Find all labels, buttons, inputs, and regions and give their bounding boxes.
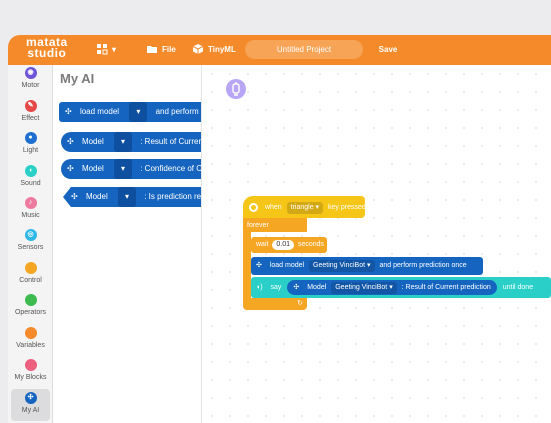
- lightbulb-icon: ●: [24, 132, 37, 144]
- ai-network-icon: ✣: [24, 392, 37, 404]
- category-light[interactable]: ● Light: [8, 132, 53, 162]
- category-sound[interactable]: ◖ Sound: [8, 165, 53, 195]
- ai-network-icon: ✣: [71, 192, 78, 201]
- project-name-field[interactable]: Untitled Project: [245, 40, 363, 59]
- model-name-dropdown[interactable]: Geeting VinciBot ▾: [331, 282, 397, 294]
- cube-icon: [192, 44, 204, 54]
- operators-dot-icon: [24, 294, 37, 306]
- load-model-block[interactable]: ✣ load model ▾ and perform p: [59, 102, 201, 122]
- block-palette: My AI ✣ load model ▾ and perform p ✣ Mod…: [53, 65, 202, 423]
- ai-network-icon: ✣: [256, 262, 262, 269]
- category-my-blocks[interactable]: My Blocks: [8, 359, 53, 389]
- speaker-icon: ◖): [256, 284, 263, 291]
- category-sensors[interactable]: ◎ Sensors: [8, 229, 53, 259]
- model-name-dropdown[interactable]: Geeting VinciBot ▾: [309, 260, 375, 272]
- category-music[interactable]: ♪ Music: [8, 197, 53, 227]
- loop-arrow-icon: ↻: [297, 300, 303, 307]
- logo: matata studio: [26, 35, 68, 60]
- when-key-pressed-block[interactable]: when triangle ▾ key pressed: [243, 196, 366, 218]
- folder-icon: [147, 46, 157, 53]
- forever-block[interactable]: forever: [243, 218, 307, 232]
- my-blocks-dot-icon: [24, 359, 37, 371]
- model-dropdown[interactable]: ▾: [117, 187, 136, 207]
- category-motor[interactable]: ◉ Motor: [8, 67, 53, 97]
- variables-dot-icon: [24, 327, 37, 339]
- sensor-icon: ◎: [24, 229, 37, 241]
- effect-icon: ✎: [24, 100, 37, 112]
- key-dropdown[interactable]: triangle ▾: [286, 202, 324, 214]
- chevron-down-icon: ▾: [112, 44, 117, 54]
- control-dot-icon: [24, 262, 37, 274]
- model-confidence-block[interactable]: ✣ Model ▾ : Confidence of C: [61, 159, 201, 179]
- ai-network-icon: ✣: [65, 107, 72, 116]
- category-variables[interactable]: Variables: [8, 327, 53, 357]
- say-until-done-block[interactable]: ◖) say ✣ Model Geeting VinciBot ▾ : Resu…: [251, 277, 551, 298]
- is-prediction-block[interactable]: ✣ Model ▾ : Is prediction re: [63, 187, 201, 207]
- palette-title: My AI: [60, 71, 95, 86]
- device-button[interactable]: [226, 79, 246, 99]
- ai-network-icon: ✣: [67, 164, 74, 173]
- script-canvas[interactable]: when triangle ▾ key pressed forever ↻ wa…: [203, 65, 551, 423]
- wait-block[interactable]: wait 0.01 seconds: [251, 237, 327, 253]
- file-menu-button[interactable]: File: [146, 43, 176, 55]
- category-sidebar: ◉ Motor ✎ Effect ● Light ◖ Sound ♪ Music…: [8, 65, 53, 423]
- load-model-perform-block[interactable]: ✣ load model Geeting VinciBot ▾ and perf…: [251, 257, 483, 275]
- ai-network-icon: ✣: [293, 284, 300, 291]
- app-window: matata studio ▾ File TinyML Untitled Pro…: [8, 35, 551, 423]
- blocks-menu-button[interactable]: ▾: [96, 43, 116, 55]
- blocks-icon: [97, 44, 108, 55]
- wait-seconds-input[interactable]: 0.01: [272, 240, 295, 250]
- ai-network-icon: ✣: [67, 137, 74, 146]
- model-dropdown[interactable]: ▾: [113, 132, 132, 152]
- model-dropdown[interactable]: ▾: [129, 102, 148, 122]
- model-result-block[interactable]: ✣ Model ▾ : Result of Curren: [61, 132, 201, 152]
- speaker-icon: ◖: [24, 165, 37, 177]
- category-operators[interactable]: Operators: [8, 294, 53, 324]
- robot-icon: [232, 82, 240, 96]
- file-label: File: [162, 44, 176, 54]
- tinyml-label: TinyML: [208, 44, 236, 54]
- motor-icon: ◉: [24, 67, 37, 79]
- category-control[interactable]: Control: [8, 262, 53, 292]
- music-note-icon: ♪: [24, 197, 37, 209]
- forever-block-bottom: ↻: [243, 298, 307, 310]
- event-flag-icon: [249, 202, 258, 212]
- model-dropdown[interactable]: ▾: [113, 159, 132, 179]
- top-bar: matata studio ▾ File TinyML Untitled Pro…: [8, 35, 551, 65]
- save-button[interactable]: Save: [370, 40, 406, 59]
- tinyml-button[interactable]: TinyML: [192, 43, 236, 55]
- category-effect[interactable]: ✎ Effect: [8, 100, 53, 130]
- model-result-reporter[interactable]: ✣ Model Geeting VinciBot ▾ : Result of C…: [287, 280, 497, 295]
- forever-block-arm: [243, 232, 251, 298]
- category-my-ai[interactable]: ✣ My AI: [11, 389, 50, 421]
